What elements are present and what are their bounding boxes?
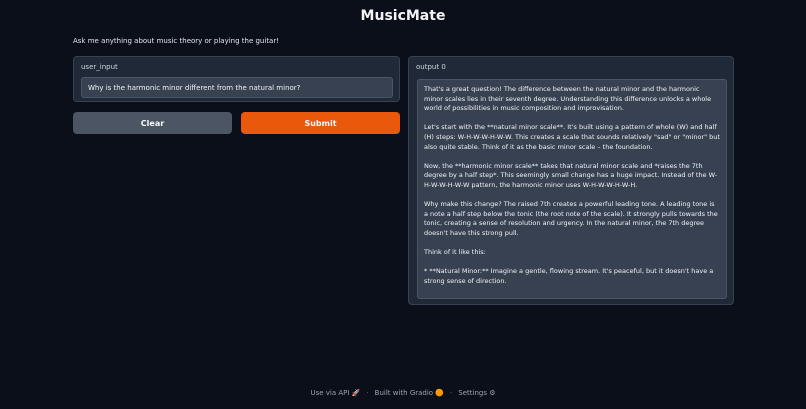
clear-button[interactable]: Clear (73, 112, 232, 134)
output-textbox[interactable]: That's a great question! The difference … (417, 79, 727, 299)
gradio-logo-icon: 🟠 (435, 389, 445, 397)
output-paragraph: Think of it like this: (424, 248, 486, 257)
built-with-gradio-link[interactable]: Built with Gradio 🟠 (375, 389, 444, 397)
footer-separator: · (450, 389, 453, 397)
output-paragraph: That's a great question! The difference … (424, 85, 712, 113)
footer-separator: · (366, 389, 369, 397)
gear-icon: ⚙ (489, 389, 496, 397)
use-via-api-link[interactable]: Use via API 🚀 (310, 389, 360, 397)
output-label: output 0 (416, 63, 446, 71)
user-input-textbox[interactable]: Why is the harmonic minor different from… (81, 77, 393, 98)
app-description: Ask me anything about music theory or pl… (73, 37, 280, 45)
input-label: user_input (81, 63, 118, 71)
submit-button[interactable]: Submit (241, 112, 400, 134)
app-title: MusicMate (360, 8, 446, 24)
output-panel: output 0 That's a great question! The di… (408, 56, 734, 305)
settings-link[interactable]: Settings ⚙ (458, 389, 495, 397)
output-paragraph: Now, the **harmonic minor scale** takes … (424, 161, 718, 189)
rocket-icon: 🚀 (351, 389, 361, 397)
output-paragraph: Why make this change? The raised 7th cre… (424, 200, 718, 237)
footer: Use via API 🚀 · Built with Gradio 🟠 · Se… (0, 389, 806, 397)
input-panel: user_input Why is the harmonic minor dif… (73, 56, 400, 102)
output-paragraph: * **Natural Minor:** Imagine a gentle, f… (424, 267, 714, 285)
output-paragraph: Let's start with the **natural minor sca… (424, 123, 720, 151)
